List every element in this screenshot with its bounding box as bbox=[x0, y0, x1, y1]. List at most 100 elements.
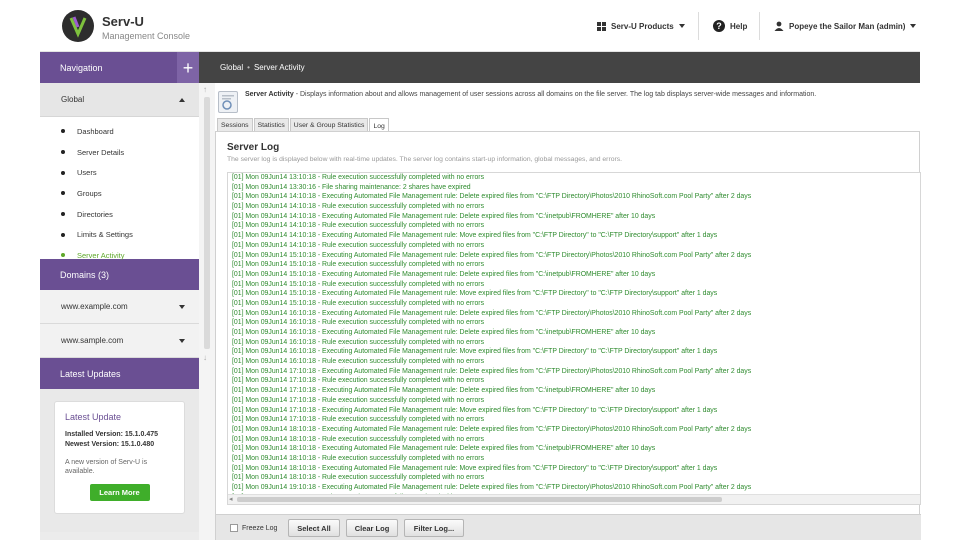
user-icon bbox=[774, 21, 784, 31]
breadcrumb-separator: • bbox=[247, 63, 250, 72]
update-card-title: Latest Update bbox=[65, 412, 122, 422]
main-content: ↑ ↓ Server Activity - Displays informati… bbox=[199, 83, 921, 540]
add-button[interactable]: + bbox=[177, 52, 199, 83]
tab-user-group-statistics[interactable]: User & Group Statistics bbox=[289, 118, 369, 132]
log-line: [01] Mon 09Jun14 13:30:16 - File sharing… bbox=[232, 183, 471, 191]
scrollbar-thumb[interactable] bbox=[237, 497, 722, 502]
domain-item-sample[interactable]: www.sample.com bbox=[40, 324, 199, 358]
log-line: [01] Mon 09Jun14 16:10:18 - Executing Au… bbox=[232, 329, 656, 336]
user-label: Popeye the Sailor Man (admin) bbox=[789, 21, 906, 31]
scroll-down-icon[interactable]: ↓ bbox=[203, 353, 207, 362]
log-panel: Server Log The server log is displayed b… bbox=[215, 131, 921, 540]
updates-panel: Latest Update Installed Version: 15.1.0.… bbox=[40, 389, 199, 532]
tab-statistics[interactable]: Statistics bbox=[253, 118, 289, 132]
server-log-title: Server Log bbox=[227, 142, 280, 153]
scroll-left-icon[interactable]: ◂ bbox=[229, 495, 233, 504]
user-menu[interactable]: Popeye the Sailor Man (admin) bbox=[774, 0, 917, 52]
serv-u-logo bbox=[62, 10, 94, 42]
tab-sessions[interactable]: Sessions bbox=[217, 118, 253, 132]
products-label: Serv-U Products bbox=[611, 21, 674, 31]
log-line: [01] Mon 09Jun14 17:10:18 - Rule executi… bbox=[232, 396, 485, 404]
log-line: [01] Mon 09Jun14 14:10:18 - Executing Au… bbox=[232, 232, 718, 240]
log-line: [01] Mon 09Jun14 18:10:18 - Rule executi… bbox=[232, 474, 485, 482]
sidebar-item-directories[interactable]: Directories bbox=[40, 204, 199, 225]
sidebar-item-label: Server Details bbox=[77, 147, 125, 157]
freeze-log-label: Freeze Log bbox=[242, 524, 278, 532]
filter-log-button[interactable]: Filter Log... bbox=[404, 519, 464, 537]
sidebar-item-label: Dashboard bbox=[77, 126, 114, 136]
app-root: Serv-U Management Console Serv-U Product… bbox=[0, 0, 960, 540]
global-section-label: Global bbox=[61, 95, 85, 104]
products-grid-icon bbox=[597, 21, 606, 31]
domain-label: www.example.com bbox=[61, 302, 128, 311]
help-label: Help bbox=[730, 21, 748, 31]
header-divider bbox=[698, 12, 699, 40]
bullet-icon bbox=[61, 253, 65, 258]
chevron-up-icon bbox=[179, 98, 185, 102]
scrollbar-thumb[interactable] bbox=[204, 97, 210, 349]
sidebar-item-label: Directories bbox=[77, 209, 113, 219]
top-header: Serv-U Management Console Serv-U Product… bbox=[40, 0, 920, 52]
log-line: [01] Mon 09Jun14 13:10:18 - Rule executi… bbox=[232, 174, 485, 181]
log-line: [01] Mon 09Jun14 16:10:18 - Rule executi… bbox=[232, 338, 485, 346]
logo-mark-icon bbox=[63, 11, 93, 41]
bullet-icon bbox=[61, 191, 65, 196]
log-lines: [01] Mon 09Jun14 13:10:18 - Rule executi… bbox=[232, 173, 918, 502]
freeze-log-toggle[interactable]: Freeze Log bbox=[230, 524, 277, 532]
help-button[interactable]: ? Help bbox=[713, 0, 747, 52]
breadcrumb-root[interactable]: Global bbox=[220, 63, 243, 72]
sidebar-item-users[interactable]: Users bbox=[40, 162, 199, 183]
log-line: [01] Mon 09Jun14 19:10:18 - Executing Au… bbox=[232, 484, 752, 491]
log-line: [01] Mon 09Jun14 18:10:18 - Executing Au… bbox=[232, 445, 656, 453]
domains-label: Domains (3) bbox=[60, 269, 110, 280]
installed-version: Installed Version: 15.1.0.475 bbox=[65, 431, 158, 438]
left-gutter bbox=[0, 0, 40, 540]
navigation-title: Navigation bbox=[60, 62, 103, 73]
domain-label: www.sample.com bbox=[61, 336, 124, 345]
log-line: [01] Mon 09Jun14 15:10:18 - Rule executi… bbox=[232, 261, 485, 269]
log-line: [01] Mon 09Jun14 14:10:18 - Rule executi… bbox=[232, 222, 485, 230]
domain-item-example[interactable]: www.example.com bbox=[40, 290, 199, 324]
log-line: [01] Mon 09Jun14 17:10:18 - Rule executi… bbox=[232, 377, 485, 385]
log-horizontal-scrollbar[interactable]: ◂ bbox=[228, 494, 920, 504]
latest-updates-label: Latest Updates bbox=[60, 368, 121, 379]
log-line: [01] Mon 09Jun14 14:10:18 - Rule executi… bbox=[232, 241, 485, 249]
sidebar-item-dashboard[interactable]: Dashboard bbox=[40, 121, 199, 142]
bullet-icon bbox=[61, 212, 65, 217]
navigation-header: Navigation + bbox=[40, 52, 199, 83]
log-line: [01] Mon 09Jun14 18:10:18 - Executing Au… bbox=[232, 425, 752, 433]
log-output[interactable]: [01] Mon 09Jun14 13:10:18 - Rule executi… bbox=[227, 172, 921, 505]
sidebar-item-label: Users bbox=[77, 168, 97, 178]
log-line: [01] Mon 09Jun14 15:10:18 - Rule executi… bbox=[232, 299, 485, 307]
header-divider bbox=[759, 12, 760, 40]
log-line: [01] Mon 09Jun14 18:10:18 - Rule executi… bbox=[232, 435, 485, 443]
log-line: [01] Mon 09Jun14 18:10:18 - Executing Au… bbox=[232, 464, 718, 472]
sidebar-item-server-details[interactable]: Server Details bbox=[40, 142, 199, 163]
log-line: [01] Mon 09Jun14 16:10:18 - Rule executi… bbox=[232, 358, 485, 366]
bullet-icon bbox=[61, 232, 65, 237]
page-scrollbar[interactable]: ↑ ↓ bbox=[199, 83, 215, 540]
global-nav-list: Dashboard Server Details Users Groups Di… bbox=[40, 117, 199, 260]
sidebar-item-limits-settings[interactable]: Limits & Settings bbox=[40, 224, 199, 245]
select-all-button[interactable]: Select All bbox=[288, 519, 340, 537]
log-line: [01] Mon 09Jun14 17:10:18 - Executing Au… bbox=[232, 387, 656, 395]
sidebar-item-label: Server Activity bbox=[77, 250, 125, 260]
global-section-toggle[interactable]: Global bbox=[40, 83, 199, 117]
log-line: [01] Mon 09Jun14 17:10:18 - Executing Au… bbox=[232, 406, 718, 414]
log-line: [01] Mon 09Jun14 15:10:18 - Executing Au… bbox=[232, 290, 718, 298]
chevron-down-icon bbox=[179, 339, 185, 343]
clear-log-button[interactable]: Clear Log bbox=[346, 519, 398, 537]
sidebar-item-groups[interactable]: Groups bbox=[40, 183, 199, 204]
chevron-down-icon bbox=[678, 24, 685, 28]
log-line: [01] Mon 09Jun14 14:10:18 - Executing Au… bbox=[232, 212, 656, 220]
learn-more-button[interactable]: Learn More bbox=[89, 484, 150, 501]
scroll-up-icon[interactable]: ↑ bbox=[203, 85, 207, 94]
log-line: [01] Mon 09Jun14 17:10:18 - Rule executi… bbox=[232, 416, 485, 424]
domains-header[interactable]: Domains (3) bbox=[40, 259, 199, 290]
chevron-down-icon bbox=[910, 24, 917, 28]
freeze-log-checkbox[interactable] bbox=[230, 524, 238, 532]
right-gutter bbox=[920, 0, 960, 540]
page-description: Server Activity - Displays information a… bbox=[245, 91, 816, 98]
products-menu[interactable]: Serv-U Products bbox=[597, 0, 685, 52]
update-note: A new version of Serv-U is available. bbox=[65, 459, 148, 475]
